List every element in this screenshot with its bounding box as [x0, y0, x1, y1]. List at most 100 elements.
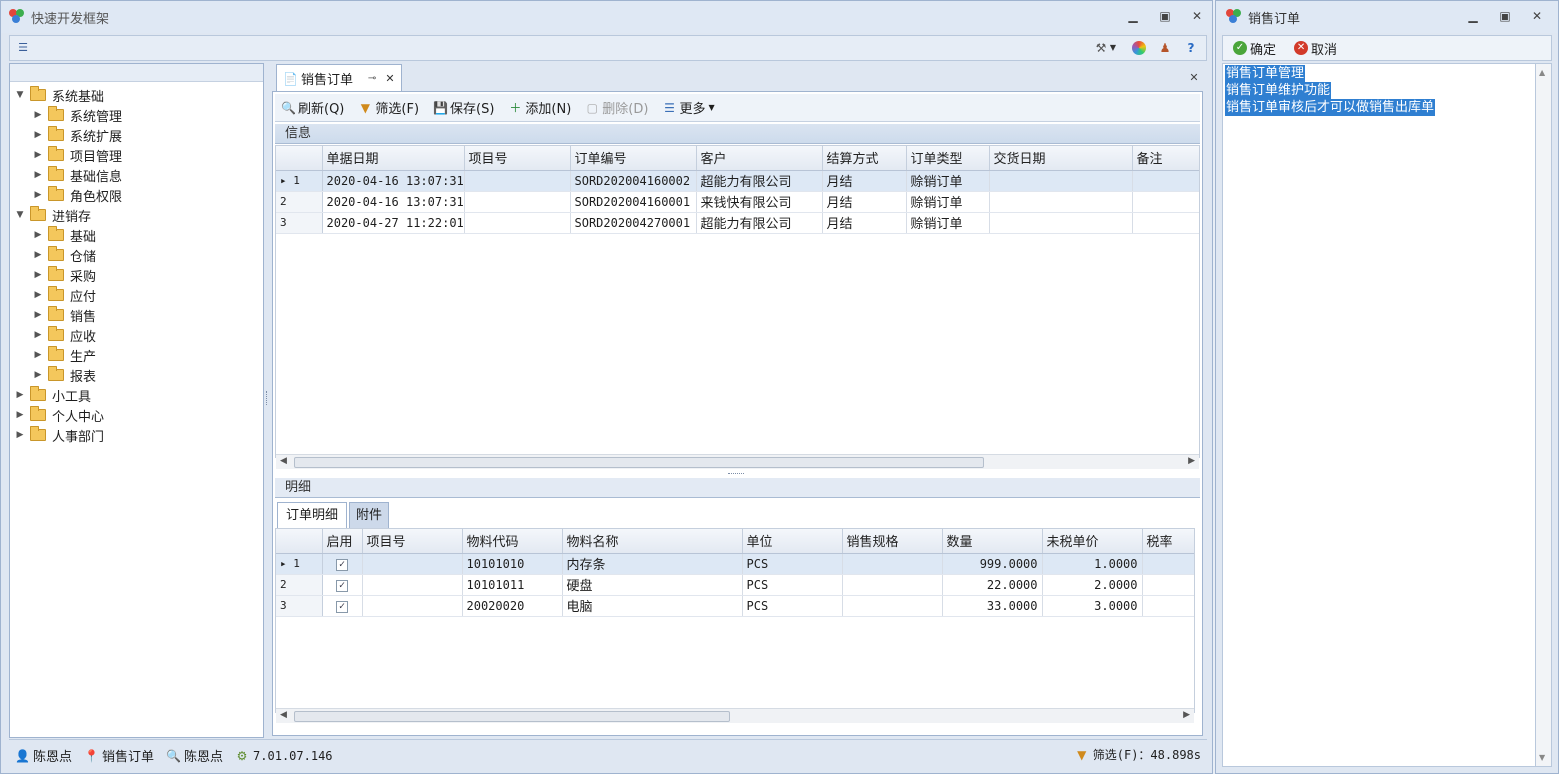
filter-button[interactable]: ▼ 筛选(F) — [354, 97, 423, 119]
table-cell[interactable]: 10101010 — [462, 553, 563, 575]
checkbox[interactable]: ✓ — [336, 580, 348, 592]
table-cell[interactable]: 超能力有限公司 — [696, 170, 823, 192]
tree-node[interactable]: ▶ 应付 — [32, 285, 96, 305]
table-cell[interactable]: SORD202004270001 — [570, 212, 697, 234]
chevron-right-icon[interactable]: ▶ — [32, 150, 44, 160]
close-icon[interactable]: ✕ — [1530, 9, 1544, 23]
table-cell[interactable] — [989, 191, 1133, 213]
table-cell[interactable]: 3.0000 — [1042, 595, 1143, 617]
tree-node[interactable]: ▶ 基础信息 — [32, 165, 122, 185]
more-button[interactable]: ☰ 更多 ▼ — [658, 97, 718, 119]
save-button[interactable]: 💾 保存(S) — [429, 97, 498, 119]
confirm-button[interactable]: ✓ 确定 — [1229, 37, 1280, 59]
close-icon[interactable]: ✕ — [1190, 9, 1204, 23]
chevron-right-icon[interactable]: ▶ — [32, 250, 44, 260]
table-cell[interactable]: 2020-04-16 13:07:31 — [322, 170, 465, 192]
chevron-right-icon[interactable]: ▶ — [32, 230, 44, 240]
tree-node[interactable]: ▶ 生产 — [32, 345, 96, 365]
table-cell[interactable]: 33.0000 — [942, 595, 1043, 617]
add-button[interactable]: ＋添加(N) — [504, 97, 575, 119]
enabled-checkbox-cell[interactable]: ✓ — [322, 553, 363, 575]
table-row[interactable]: 2 ✓ 10101011硬盘PCS 22.00002.00001 — [276, 574, 1194, 596]
help-icon[interactable]: ? — [1184, 41, 1198, 55]
table-cell[interactable]: 赊销订单 — [906, 191, 990, 213]
table-cell[interactable]: 20020020 — [462, 595, 563, 617]
table-row[interactable]: 3 ✓ 20020020电脑PCS 33.00003.00001 — [276, 595, 1194, 617]
column-header[interactable]: 单位 — [742, 529, 843, 554]
tree-node[interactable]: ▶ 仓储 — [32, 245, 96, 265]
chevron-right-icon[interactable]: ▶ — [32, 370, 44, 380]
tab-order-details[interactable]: 订单明细 — [277, 502, 348, 528]
horizontal-splitter[interactable] — [728, 473, 744, 476]
side-text-area[interactable]: 销售订单管理 销售订单维护功能 销售订单审核后才可以做销售出库单 — [1222, 63, 1536, 767]
table-cell[interactable] — [464, 212, 571, 234]
column-header[interactable]: 项目号 — [464, 146, 571, 171]
minimize-icon[interactable]: ▁ — [1126, 9, 1140, 23]
column-header[interactable]: 订单类型 — [906, 146, 990, 171]
tree-node[interactable]: ▶ 人事部门 — [14, 425, 104, 445]
column-header[interactable]: 数量 — [942, 529, 1043, 554]
table-cell[interactable]: 硬盘 — [562, 574, 743, 596]
column-header[interactable]: 销售规格 — [842, 529, 943, 554]
table-cell[interactable]: 10101011 — [462, 574, 563, 596]
chevron-right-icon[interactable]: ▶ — [32, 130, 44, 140]
scroll-left-icon[interactable]: ◀ — [280, 710, 287, 720]
column-header[interactable]: 客户 — [696, 146, 823, 171]
table-row[interactable]: 2 2020-04-16 13:07:31 SORD202004160001 来钱快有… — [276, 191, 1199, 213]
table-cell[interactable]: SORD202004160002 — [570, 170, 697, 192]
chevron-right-icon[interactable]: ▶ — [32, 190, 44, 200]
column-header[interactable]: 物料代码 — [462, 529, 563, 554]
chevron-down-icon[interactable]: ▼ — [14, 210, 26, 220]
column-header[interactable]: 结算方式 — [822, 146, 907, 171]
scroll-left-icon[interactable]: ◀ — [280, 456, 287, 466]
restore-icon[interactable]: ▣ — [1498, 9, 1512, 23]
chevron-right-icon[interactable]: ▶ — [32, 270, 44, 280]
table-cell[interactable] — [842, 574, 943, 596]
table-cell[interactable] — [464, 191, 571, 213]
side-titlebar[interactable]: 销售订单 ▁ ▣ ✕ — [1216, 1, 1558, 33]
table-cell[interactable] — [842, 595, 943, 617]
chevron-down-icon[interactable]: ▼ — [14, 90, 26, 100]
table-cell[interactable]: 来钱快有限公司 — [696, 191, 823, 213]
table-cell[interactable]: 电脑 — [562, 595, 743, 617]
table-cell[interactable]: 赊销订单 — [906, 212, 990, 234]
table-cell[interactable]: 1 — [1142, 595, 1194, 617]
table-cell[interactable]: PCS — [742, 595, 843, 617]
tree-node[interactable]: ▶ 销售 — [32, 305, 96, 325]
chevron-right-icon[interactable]: ▶ — [32, 350, 44, 360]
table-row[interactable]: 3 2020-04-27 11:22:01 SORD202004270001 超能力有… — [276, 212, 1199, 234]
table-cell[interactable]: 22.0000 — [942, 574, 1043, 596]
column-header[interactable]: 交货日期 — [989, 146, 1133, 171]
table-cell[interactable]: SORD202004160001 — [570, 191, 697, 213]
chevron-right-icon[interactable]: ▶ — [32, 310, 44, 320]
table-cell[interactable] — [989, 212, 1133, 234]
table-cell[interactable]: 2020-04-16 13:07:31 — [322, 191, 465, 213]
tree-node[interactable]: ▶ 系统扩展 — [32, 125, 122, 145]
enabled-checkbox-cell[interactable]: ✓ — [322, 574, 363, 596]
column-header[interactable]: 备注 — [1132, 146, 1199, 171]
column-header[interactable]: 税率 — [1142, 529, 1194, 554]
scroll-thumb[interactable] — [294, 711, 730, 722]
side-vertical-scrollbar[interactable]: ▲ ▼ — [1536, 63, 1552, 767]
table-cell[interactable]: 1 — [1142, 574, 1194, 596]
table-cell[interactable]: PCS — [742, 553, 843, 575]
table-cell[interactable] — [1132, 191, 1199, 213]
scroll-thumb[interactable] — [294, 457, 984, 468]
checkbox[interactable]: ✓ — [336, 559, 348, 571]
chevron-right-icon[interactable]: ▶ — [14, 430, 26, 440]
main-titlebar[interactable]: 快速开发框架 ▁ ▣ ✕ — [1, 1, 1212, 33]
scroll-up-icon[interactable]: ▲ — [1539, 68, 1545, 77]
table-cell[interactable] — [362, 574, 463, 596]
tree-node[interactable]: ▶ 报表 — [32, 365, 96, 385]
dropdown-arrow-icon[interactable]: ▼ — [1106, 41, 1120, 55]
chevron-right-icon[interactable]: ▶ — [14, 390, 26, 400]
table-cell[interactable] — [989, 170, 1133, 192]
info-horizontal-scrollbar[interactable]: ◀ ▶ — [276, 454, 1199, 469]
enabled-checkbox-cell[interactable]: ✓ — [322, 595, 363, 617]
table-cell[interactable]: 月结 — [822, 191, 907, 213]
table-row[interactable]: ▸ 1 ✓ 10101010内存条PCS 999.00001.00001 — [276, 553, 1194, 575]
column-header[interactable]: 订单编号 — [570, 146, 697, 171]
table-row[interactable]: ▸ 1 2020-04-16 13:07:31 SORD202004160002 超能… — [276, 170, 1199, 192]
column-header[interactable]: 未税单价 — [1042, 529, 1143, 554]
tree-node[interactable]: ▶ 角色权限 — [32, 185, 122, 205]
